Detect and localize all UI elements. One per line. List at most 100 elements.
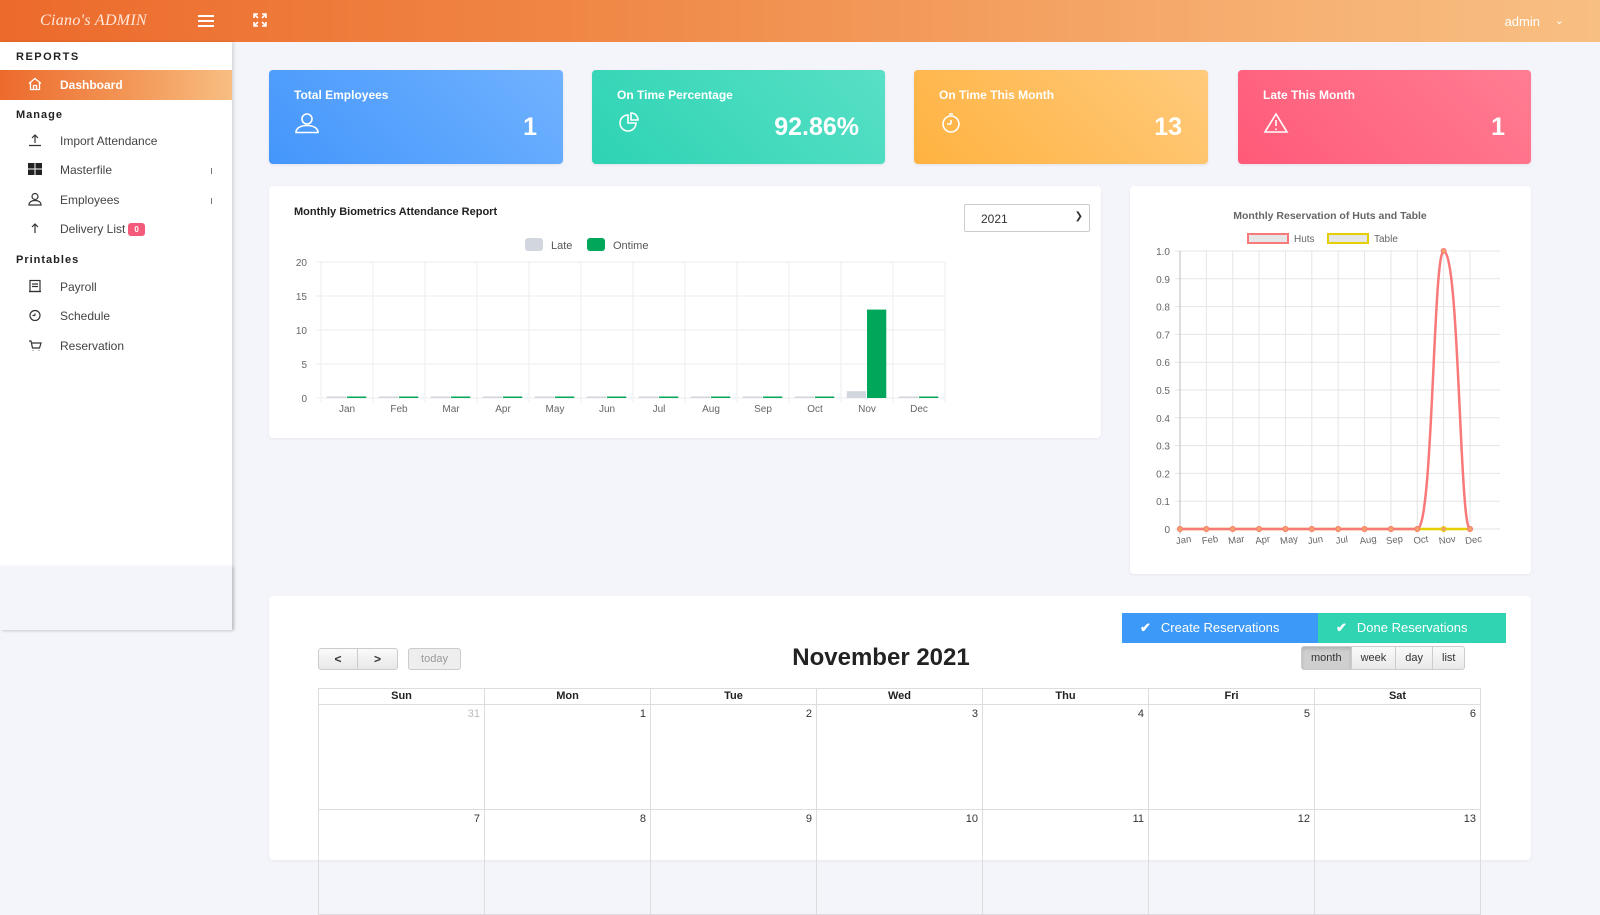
check-icon: ✔ (1140, 620, 1151, 635)
y-tick-label: 0.1 (1156, 497, 1170, 508)
view-week-button[interactable]: week (1350, 646, 1397, 670)
button-label: Create Reservations (1160, 620, 1280, 635)
sidebar-item-label: Schedule (60, 309, 111, 323)
calendar-day-cell[interactable]: 5 (1149, 705, 1315, 810)
point-huts-apr (1256, 526, 1263, 532)
calendar-day-cell[interactable]: 1 (485, 705, 651, 810)
x-tick-label: Sep (1385, 534, 1403, 547)
x-tick-label: Dec (1465, 534, 1484, 547)
sidebar-item-delivery-list[interactable]: Delivery List 0 (0, 216, 232, 242)
stat-value: 1 (523, 113, 537, 141)
day-number: 12 (1297, 813, 1310, 825)
point-huts-oct (1414, 526, 1421, 532)
home-icon (28, 77, 42, 94)
day-number: 10 (965, 813, 978, 825)
point-huts-aug (1361, 526, 1368, 532)
calendar-day-cell[interactable]: 6 (1315, 705, 1481, 810)
sidebar-item-label: Payroll (60, 280, 97, 294)
point-table-nov (1440, 526, 1447, 532)
calendar-day-cell[interactable]: 2 (651, 705, 817, 810)
expand-indicator (211, 198, 212, 204)
bar-late-aug (690, 396, 710, 398)
sidebar-item-label: Dashboard (60, 78, 123, 92)
calendar-day-cell[interactable]: 8 (485, 810, 651, 915)
calendar-day-cell[interactable]: 13 (1315, 810, 1481, 915)
calendar-day-cell[interactable]: 3 (817, 705, 983, 810)
x-tick-label: Nov (858, 404, 876, 415)
calendar-day-cell[interactable]: 4 (983, 705, 1149, 810)
bar-ontime-jan (347, 396, 367, 398)
bar-ontime-may (555, 396, 575, 398)
sidebar-item-reservation[interactable]: Reservation (0, 333, 232, 359)
prev-month-button[interactable]: < (318, 648, 358, 670)
calendar-day-cell[interactable]: 31 (319, 705, 485, 810)
calendar-day-cell[interactable]: 11 (983, 810, 1149, 915)
view-month-button[interactable]: month (1301, 646, 1352, 670)
sidebar-item-payroll[interactable]: Payroll (0, 274, 232, 300)
today-button[interactable]: today (408, 648, 461, 670)
y-tick-label: 0.8 (1156, 303, 1170, 314)
stat-card-late-this-month: Late This Month 1 (1238, 70, 1531, 164)
view-day-button[interactable]: day (1395, 646, 1434, 670)
calendar-day-cell[interactable]: 9 (651, 810, 817, 915)
sidebar-footer (0, 566, 232, 630)
menu-toggle-icon[interactable] (198, 15, 214, 27)
day-number: 8 (639, 813, 646, 825)
calendar-day-cell[interactable]: 12 (1149, 810, 1315, 915)
receipt-icon (28, 279, 42, 293)
bar-ontime-oct (815, 396, 835, 398)
view-list-button[interactable]: list (1432, 646, 1466, 670)
brand-logo[interactable]: Ciano's ADMIN (40, 12, 147, 30)
stat-title: On Time This Month (939, 88, 1055, 102)
sidebar-item-dashboard[interactable]: Dashboard (0, 70, 232, 100)
calendar-week-row: 31 1 2 3 4 5 6 (319, 705, 1481, 810)
x-tick-label: May (1279, 534, 1299, 547)
next-month-button[interactable]: > (358, 648, 398, 670)
button-label: Done Reservations (1356, 620, 1468, 635)
x-tick-label: Aug (702, 404, 720, 415)
x-tick-label: May (546, 404, 565, 415)
create-reservations-button[interactable]: ✔ Create Reservations (1122, 613, 1318, 643)
legend-swatch-table (1327, 233, 1369, 244)
y-tick-label: 0 (301, 394, 307, 405)
stat-card-on-time-percentage: On Time Percentage 92.86% (592, 70, 885, 164)
y-tick-label: 0.3 (1156, 442, 1170, 453)
x-tick-label: Apr (1255, 534, 1271, 547)
sidebar-item-label: Employees (60, 193, 120, 207)
y-tick-label: 0.5 (1156, 386, 1170, 397)
reservation-chart-panel: Monthly Reservation of Huts and Table Hut… (1130, 186, 1531, 574)
y-tick-label: 10 (296, 326, 308, 337)
weekday-header: Tue (651, 689, 817, 705)
user-menu[interactable]: admin (1505, 14, 1540, 29)
sidebar-item-import-attendance[interactable]: Import Attendance (0, 128, 232, 154)
sidebar-item-schedule[interactable]: Schedule (0, 303, 232, 329)
day-number: 11 (1132, 813, 1144, 825)
bar-late-sep (742, 396, 762, 398)
chevron-left-icon: < (334, 652, 342, 666)
day-number: 2 (805, 708, 812, 720)
sidebar-item-masterfile[interactable]: Masterfile (0, 157, 232, 183)
point-huts-jul (1335, 526, 1342, 532)
calendar-day-cell[interactable]: 10 (817, 810, 983, 915)
x-tick-label: Mar (442, 404, 460, 415)
bar-late-jun (586, 396, 606, 398)
point-huts-may (1282, 526, 1289, 532)
x-tick-label: Jul (653, 404, 666, 415)
calendar-day-cell[interactable]: 7 (319, 810, 485, 915)
bar-ontime-jun (607, 396, 627, 398)
bar-late-mar (430, 396, 450, 398)
chevron-right-icon: > (373, 652, 381, 666)
weekday-header: Fri (1149, 689, 1315, 705)
sidebar-item-employees[interactable]: Employees (0, 187, 232, 213)
done-reservations-button[interactable]: ✔ Done Reservations (1318, 613, 1506, 643)
legend-label: Late (551, 240, 572, 252)
y-tick-label: 0.2 (1156, 469, 1170, 480)
chart-title: Monthly Reservation of Huts and Table (1233, 210, 1427, 222)
check-icon: ✔ (1336, 620, 1347, 635)
x-tick-label: Jul (1335, 534, 1349, 547)
bar-late-apr (482, 396, 502, 398)
fullscreen-icon[interactable] (252, 12, 268, 28)
expand-indicator (211, 168, 212, 174)
bar-ontime-aug (711, 396, 731, 398)
chevron-down-icon[interactable]: ⌄ (1555, 14, 1564, 27)
